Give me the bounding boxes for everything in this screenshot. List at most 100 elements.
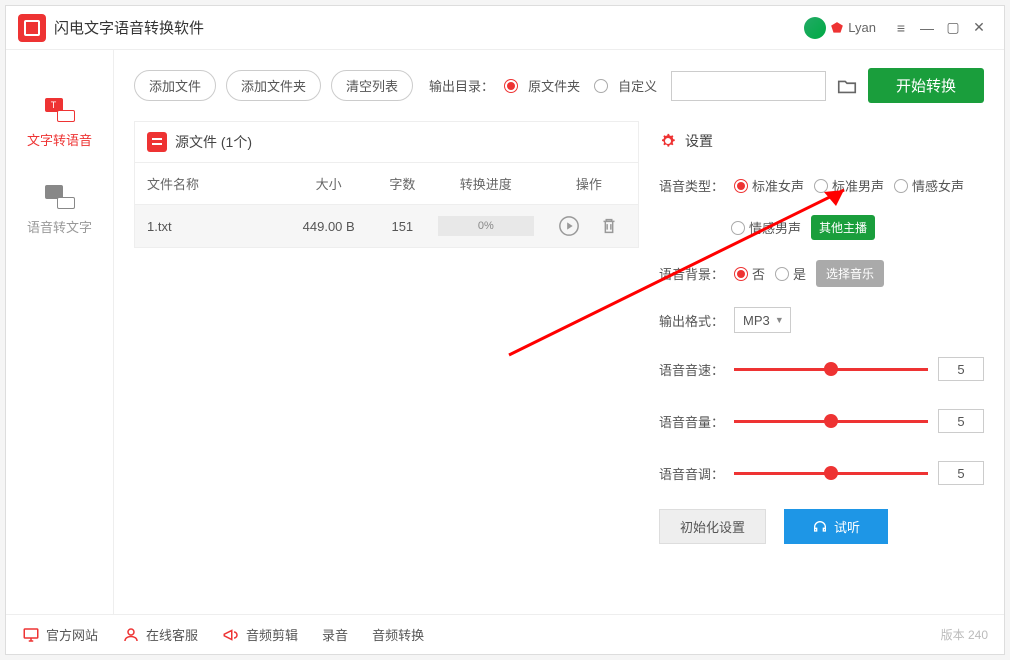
col-size-header: 大小 — [284, 174, 372, 193]
headphones-icon — [812, 519, 828, 535]
reset-settings-button[interactable]: 初始化设置 — [659, 509, 766, 544]
col-action-header: 操作 — [540, 174, 638, 193]
sidebar-item-label: 文字转语音 — [27, 130, 92, 149]
main-overlay: 添加文件 添加文件夹 清空列表 输出目录： 原文件夹 自定义 开始转换 源文件 … — [114, 50, 1004, 614]
footer-audio-convert[interactable]: 音频转换 — [372, 625, 424, 644]
app-window: 闪电文字语音转换软件 Lyan ≡ — ▢ ✕ T 文字转语音 语音转文字 — [5, 5, 1005, 655]
speed-value-input[interactable] — [938, 357, 984, 381]
volume-slider-knob[interactable] — [824, 414, 838, 428]
output-dir-label: 输出目录： — [429, 76, 494, 95]
sidebar-item-tts[interactable]: T 文字转语音 — [6, 80, 113, 167]
footer: 官方网站 在线客服 音频剪辑 录音 音频转换 版本 240 — [6, 614, 1004, 654]
start-convert-button[interactable]: 开始转换 — [868, 68, 984, 103]
sidebar: T 文字转语音 语音转文字 — [6, 50, 114, 614]
speed-row: 语音音速： — [659, 343, 984, 395]
radio-bg-yes[interactable] — [775, 267, 789, 281]
panel-title: 源文件 (1个) — [175, 132, 252, 152]
voice-type-row: 语音类型： 标准女声 标准男声 情感女声 — [659, 166, 984, 205]
select-music-button[interactable]: 选择音乐 — [816, 260, 884, 287]
voice-type-label: 语音类型： — [659, 176, 724, 195]
vip-icon — [830, 21, 844, 35]
gear-icon — [659, 132, 677, 150]
version-label: 版本 240 — [941, 626, 988, 643]
radio-voice-standard-female[interactable] — [734, 179, 748, 193]
title-bar: 闪电文字语音转换软件 Lyan ≡ — ▢ ✕ — [6, 6, 1004, 50]
list-icon — [147, 132, 167, 152]
sidebar-item-label: 语音转文字 — [27, 217, 92, 236]
add-file-button[interactable]: 添加文件 — [134, 70, 216, 101]
monitor-icon — [22, 626, 40, 644]
bg-label: 语音背景： — [659, 264, 724, 283]
cell-filename: 1.txt — [135, 219, 284, 234]
volume-row: 语音音量： — [659, 395, 984, 447]
user-avatar[interactable] — [804, 17, 826, 39]
preview-button[interactable]: 试听 — [784, 509, 888, 544]
panel-header: 源文件 (1个) — [134, 121, 639, 163]
play-icon[interactable] — [558, 215, 580, 237]
radio-voice-standard-male[interactable] — [814, 179, 828, 193]
other-anchor-button[interactable]: 其他主播 — [811, 215, 875, 240]
footer-audio-edit[interactable]: 音频剪辑 — [222, 625, 298, 644]
file-table: 文件名称 大小 字数 转换进度 操作 1.txt 449.00 B 151 0% — [134, 163, 639, 248]
voice-type-row-2: 情感男声 其他主播 — [659, 205, 984, 250]
clear-list-button[interactable]: 清空列表 — [331, 70, 413, 101]
radio-bg-no[interactable] — [734, 267, 748, 281]
table-row: 1.txt 449.00 B 151 0% — [135, 205, 638, 247]
volume-slider[interactable] — [734, 420, 928, 423]
pitch-value-input[interactable] — [938, 461, 984, 485]
radio-source-label: 原文件夹 — [528, 76, 580, 95]
toolbar: 添加文件 添加文件夹 清空列表 输出目录： 原文件夹 自定义 开始转换 — [134, 68, 984, 103]
settings-panel: 设置 语音类型： 标准女声 标准男声 情感女声 情感男声 其他主播 语音背景： … — [659, 121, 984, 596]
format-label: 输出格式： — [659, 311, 724, 330]
col-progress-header: 转换进度 — [432, 174, 540, 193]
minimize-button[interactable]: — — [914, 15, 940, 41]
format-row: 输出格式： MP3 — [659, 297, 984, 343]
user-name[interactable]: Lyan — [848, 20, 876, 35]
speed-label: 语音音速： — [659, 360, 724, 379]
progress-bar: 0% — [438, 216, 534, 236]
radio-voice-emotion-female[interactable] — [894, 179, 908, 193]
table-header: 文件名称 大小 字数 转换进度 操作 — [135, 163, 638, 205]
speed-slider-knob[interactable] — [824, 362, 838, 376]
volume-label: 语音音量： — [659, 412, 724, 431]
radio-source-folder[interactable] — [504, 79, 518, 93]
browse-folder-icon[interactable] — [836, 75, 858, 97]
pitch-slider-knob[interactable] — [824, 466, 838, 480]
app-logo-icon — [18, 14, 46, 42]
speed-slider[interactable] — [734, 368, 928, 371]
cell-actions — [540, 215, 638, 237]
pitch-row: 语音音调： — [659, 447, 984, 499]
footer-record[interactable]: 录音 — [322, 625, 348, 644]
bg-row: 语音背景： 否 是 选择音乐 — [659, 250, 984, 297]
close-button[interactable]: ✕ — [966, 15, 992, 41]
cell-progress: 0% — [432, 216, 540, 236]
delete-icon[interactable] — [598, 215, 620, 237]
settings-title: 设置 — [685, 131, 713, 151]
settings-actions: 初始化设置 试听 — [659, 509, 984, 544]
support-icon — [122, 626, 140, 644]
file-list-panel: 源文件 (1个) 文件名称 大小 字数 转换进度 操作 1.txt 449.00… — [134, 121, 639, 596]
footer-support[interactable]: 在线客服 — [122, 625, 198, 644]
menu-button[interactable]: ≡ — [888, 15, 914, 41]
col-name-header: 文件名称 — [135, 174, 284, 193]
sidebar-item-stt[interactable]: 语音转文字 — [6, 167, 113, 254]
radio-voice-emotion-male[interactable] — [731, 221, 745, 235]
settings-header: 设置 — [659, 121, 984, 166]
radio-custom-label: 自定义 — [618, 76, 657, 95]
cell-words: 151 — [373, 219, 432, 234]
pitch-label: 语音音调： — [659, 464, 724, 483]
radio-custom-folder[interactable] — [594, 79, 608, 93]
tts-icon: T — [43, 98, 77, 122]
cell-size: 449.00 B — [284, 219, 372, 234]
output-path-input[interactable] — [671, 71, 826, 101]
format-select[interactable]: MP3 — [734, 307, 791, 333]
volume-value-input[interactable] — [938, 409, 984, 433]
col-words-header: 字数 — [373, 174, 432, 193]
maximize-button[interactable]: ▢ — [940, 15, 966, 41]
footer-official-site[interactable]: 官方网站 — [22, 625, 98, 644]
megaphone-icon — [222, 626, 240, 644]
stt-icon — [43, 185, 77, 209]
pitch-slider[interactable] — [734, 472, 928, 475]
app-title: 闪电文字语音转换软件 — [54, 17, 204, 38]
add-folder-button[interactable]: 添加文件夹 — [226, 70, 321, 101]
